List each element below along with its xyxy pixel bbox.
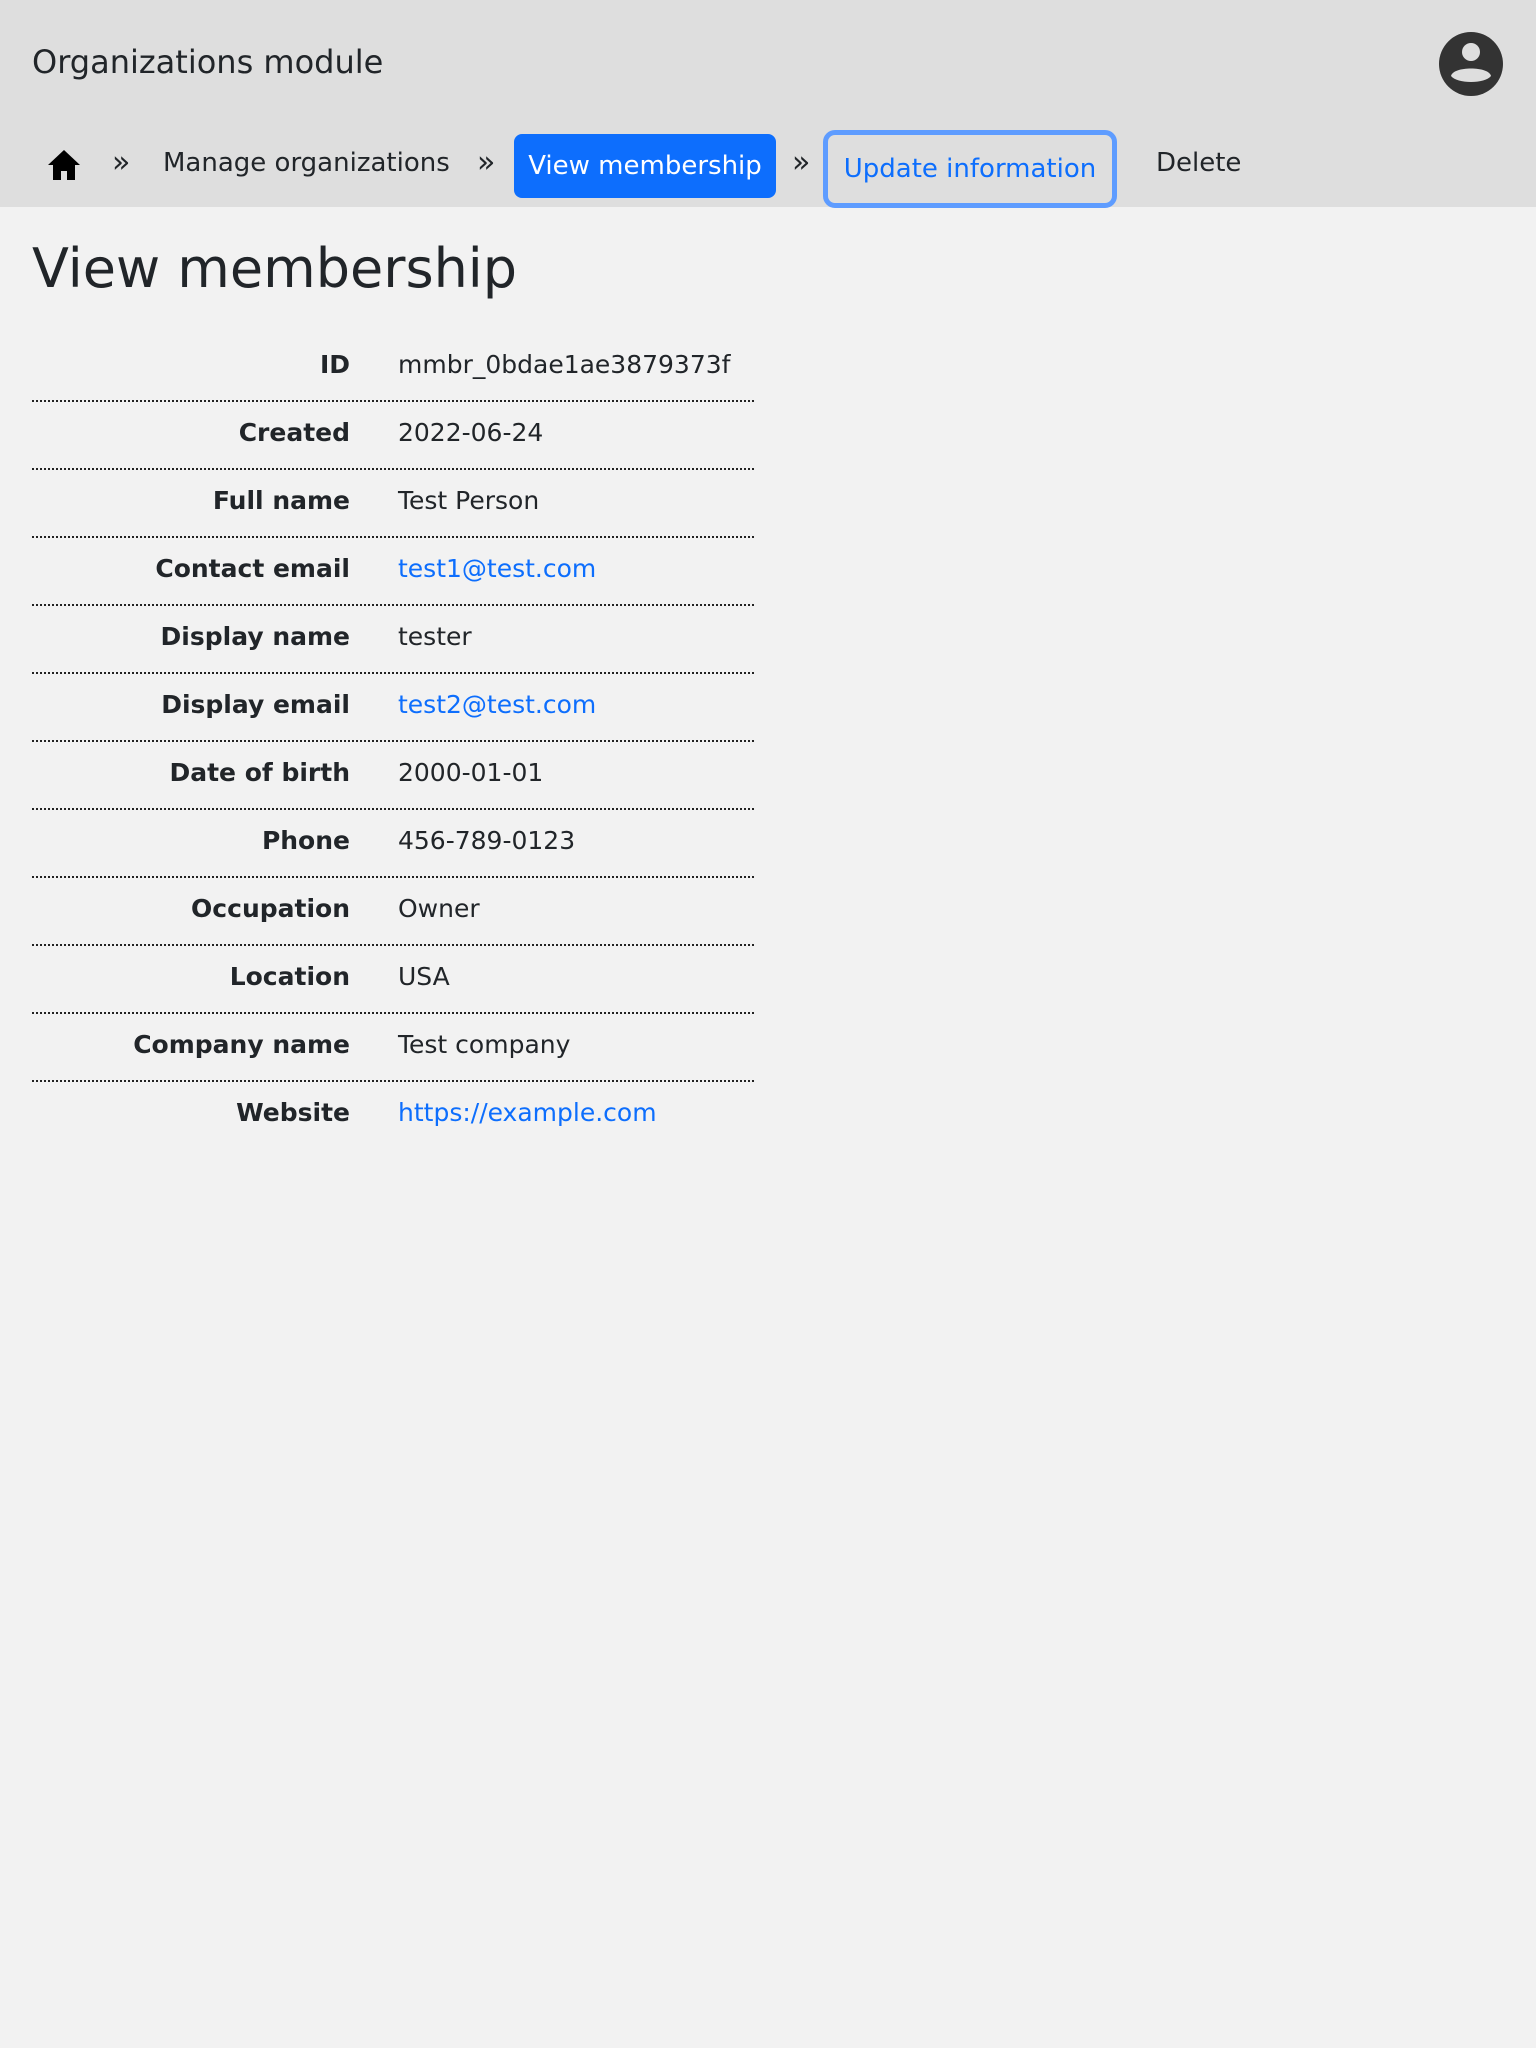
detail-row: Company name Test company <box>32 1014 754 1082</box>
detail-value: mmbr_0bdae1ae3879373f <box>398 350 731 379</box>
nav-manage-organizations[interactable]: Manage organizations <box>163 144 450 182</box>
detail-label: Website <box>236 1098 350 1127</box>
detail-label: Full name <box>212 486 350 515</box>
detail-label: ID <box>319 350 350 379</box>
detail-row: Display name tester <box>32 606 754 674</box>
nav-view-membership[interactable]: View membership <box>514 134 776 198</box>
detail-row: Display email test2@test.com <box>32 674 754 742</box>
detail-value-link[interactable]: test2@test.com <box>398 674 596 736</box>
detail-value: USA <box>398 962 450 991</box>
breadcrumb-separator: » <box>792 145 811 180</box>
detail-value-link[interactable]: test1@test.com <box>398 538 596 600</box>
nav-delete[interactable]: Delete <box>1156 144 1241 182</box>
nav-update-information[interactable]: Update information <box>823 130 1117 208</box>
detail-row: Created 2022-06-24 <box>32 402 754 470</box>
detail-row: ID mmbr_0bdae1ae3879373f <box>32 334 754 402</box>
detail-label: Company name <box>133 1030 350 1059</box>
detail-row: Contact email test1@test.com <box>32 538 754 606</box>
detail-value: tester <box>398 622 472 651</box>
detail-label: Phone <box>261 826 350 855</box>
breadcrumb-separator: » <box>477 145 496 180</box>
detail-value: Test company <box>398 1030 571 1059</box>
detail-label: Location <box>229 962 350 991</box>
detail-value: Test Person <box>398 486 540 515</box>
detail-row: Location USA <box>32 946 754 1014</box>
detail-value-link[interactable]: https://example.com <box>398 1082 657 1144</box>
detail-value: 2000-01-01 <box>398 758 544 787</box>
detail-row: Phone 456-789-0123 <box>32 810 754 878</box>
detail-row: Full name Test Person <box>32 470 754 538</box>
detail-row: Website https://example.com <box>32 1082 754 1148</box>
home-icon[interactable] <box>46 148 82 182</box>
detail-row: Occupation Owner <box>32 878 754 946</box>
detail-label: Created <box>238 418 350 447</box>
detail-value: Owner <box>398 894 480 923</box>
breadcrumb: » Manage organizations » View membership… <box>0 0 1536 208</box>
breadcrumb-separator: » <box>112 145 131 180</box>
detail-value: 456-789-0123 <box>398 826 576 855</box>
detail-row: Date of birth 2000-01-01 <box>32 742 754 810</box>
detail-label: Display email <box>161 690 350 719</box>
detail-label: Display name <box>160 622 350 651</box>
detail-label: Contact email <box>155 554 350 583</box>
page-title: View membership <box>32 237 518 300</box>
detail-label: Date of birth <box>169 758 350 787</box>
detail-label: Occupation <box>191 894 350 923</box>
details-table: ID mmbr_0bdae1ae3879373f Created 2022-06-24… <box>32 334 754 1148</box>
detail-value: 2022-06-24 <box>398 418 544 447</box>
